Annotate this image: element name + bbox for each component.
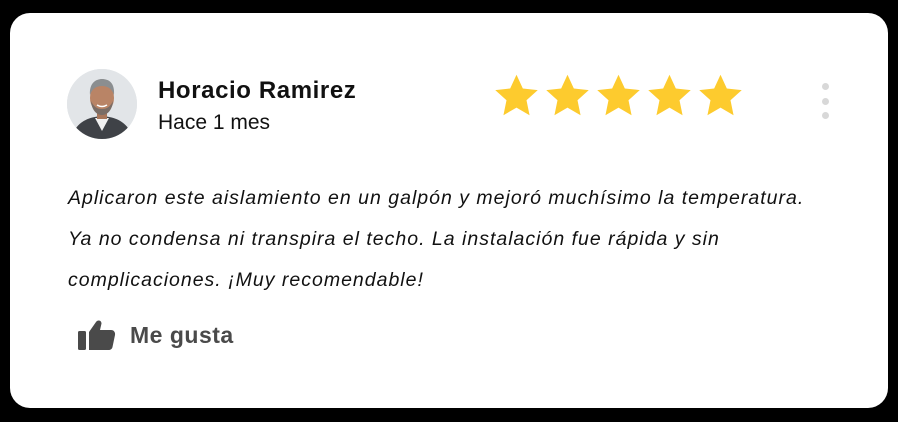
review-text: Aplicaron este aislamiento en un galpón … xyxy=(68,187,805,291)
like-label: Me gusta xyxy=(130,321,234,348)
more-vertical-icon xyxy=(821,83,829,90)
review-time: Hace 1 mes xyxy=(158,111,271,134)
more-vertical-icon-dot-3 xyxy=(821,112,829,119)
like-button[interactable]: Me gusta xyxy=(78,319,234,351)
star-icon xyxy=(597,74,640,116)
star-icon xyxy=(648,74,691,116)
star-icon xyxy=(699,74,742,116)
star-rating xyxy=(492,71,745,121)
more-vertical-icon-dot-2 xyxy=(821,97,829,105)
thumbs-up-icon xyxy=(78,320,116,350)
more-options-button[interactable] xyxy=(814,81,836,121)
avatar xyxy=(67,69,137,139)
star-icon xyxy=(495,74,538,116)
star-icon xyxy=(546,74,589,116)
review-card: Horacio Ramirez Hace 1 mes Aplicaron est… xyxy=(10,13,888,408)
reviewer-name: Horacio Ramirez xyxy=(158,77,357,104)
